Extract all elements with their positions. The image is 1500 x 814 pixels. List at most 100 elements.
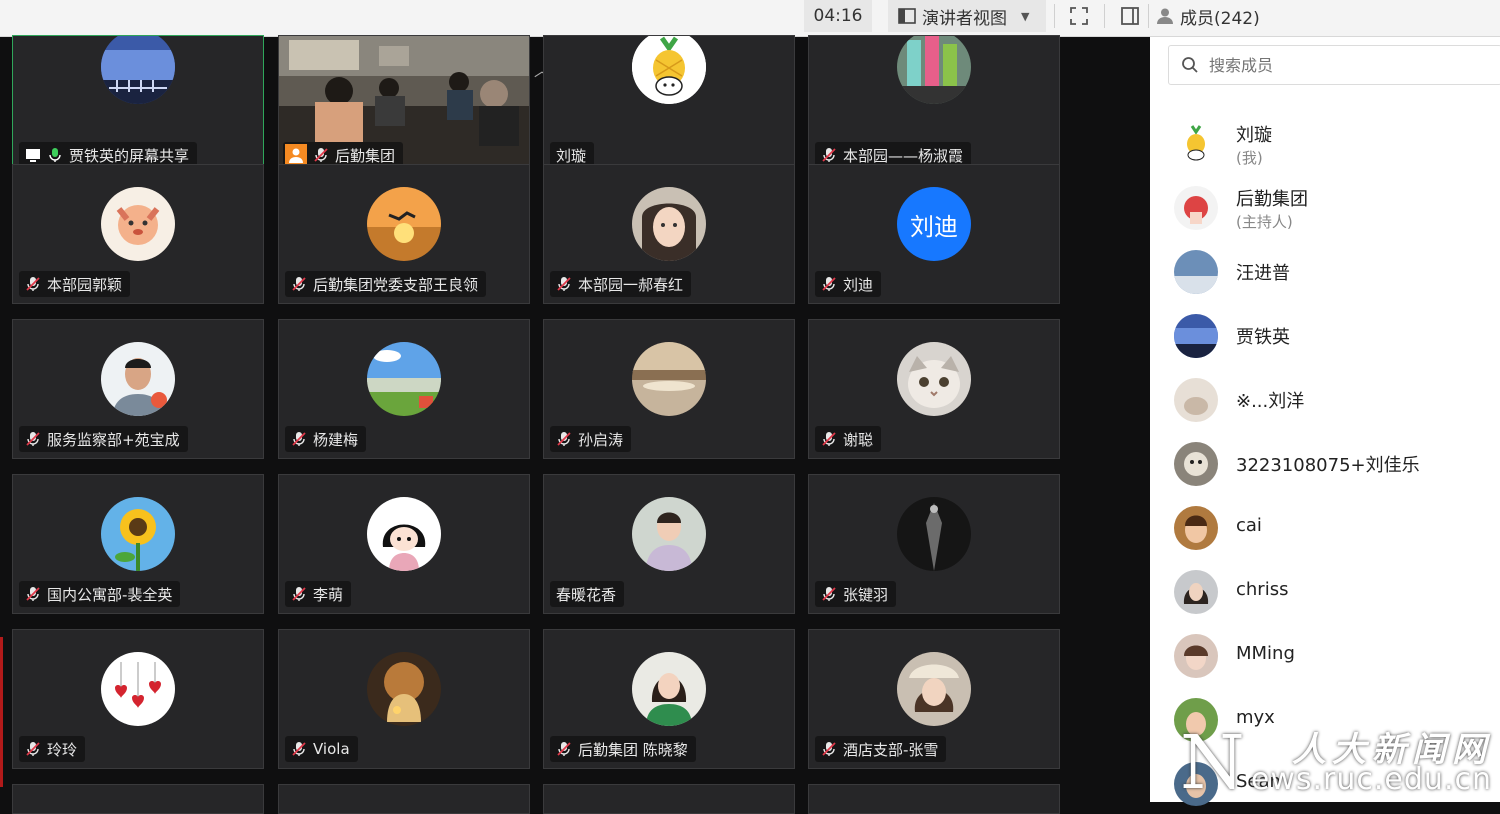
participant-nametag: 服务监察部+苑宝成 xyxy=(19,426,188,452)
participant-name: 后勤集团 xyxy=(335,146,396,165)
member-name: 后勤集团 xyxy=(1236,189,1308,210)
participant-nametag: 李萌 xyxy=(285,581,352,607)
participant-tile[interactable]: 贾铁英的屏幕共享 xyxy=(12,35,264,175)
participant-tile[interactable]: 酒店支部-张雪 xyxy=(808,629,1060,769)
participant-name: 谢聪 xyxy=(843,430,874,449)
side-panel-toggle-button[interactable] xyxy=(1116,0,1144,32)
microphone-muted-icon xyxy=(292,277,306,291)
avatar xyxy=(1174,698,1218,742)
avatar xyxy=(1174,314,1218,358)
members-button[interactable]: 成员(242) xyxy=(1156,0,1296,32)
member-list-item[interactable]: chriss xyxy=(1174,567,1494,617)
avatar xyxy=(101,652,175,726)
member-name: 3223108075+刘佳乐 xyxy=(1236,455,1420,476)
avatar xyxy=(632,342,706,416)
avatar xyxy=(101,187,175,261)
participant-tile[interactable]: 国内公寓部-裴全英 xyxy=(12,474,264,614)
member-name: chriss xyxy=(1236,579,1289,600)
member-list-item[interactable]: 3223108075+刘佳乐 xyxy=(1174,439,1494,489)
participant-tile[interactable]: 本部园——杨淑霞 xyxy=(808,35,1060,175)
participant-tile[interactable] xyxy=(12,784,264,814)
participant-name: 后勤集团党委支部王良领 xyxy=(313,275,479,294)
member-name: MMing xyxy=(1236,643,1295,664)
avatar xyxy=(1174,186,1218,230)
members-panel: 刘璇 (我) 后勤集团 (主持人) 汪进普 贾铁英 ※...刘洋 3223108… xyxy=(1150,37,1500,806)
participant-name: 孙启涛 xyxy=(578,430,624,449)
member-role: (主持人) xyxy=(1236,213,1293,231)
microphone-muted-icon xyxy=(822,277,836,291)
chevron-down-icon: ▼ xyxy=(1021,9,1030,23)
member-name: 刘璇 xyxy=(1236,125,1272,146)
member-list-item[interactable]: myx xyxy=(1174,695,1494,745)
participant-name: 李萌 xyxy=(313,585,344,604)
microphone-muted-icon xyxy=(314,148,328,162)
participant-nametag: 张键羽 xyxy=(815,581,897,607)
participant-tile[interactable]: 玲玲 xyxy=(12,629,264,769)
avatar: 刘迪 xyxy=(897,187,971,261)
microphone-muted-icon xyxy=(26,432,40,446)
meeting-toolbar: 04:16 演讲者视图 ▼ 成员(242) xyxy=(0,0,1500,37)
participant-tile[interactable]: 服务监察部+苑宝成 xyxy=(12,319,264,459)
microphone-muted-icon xyxy=(26,742,40,756)
window-edge xyxy=(0,637,3,787)
member-list-item[interactable]: 贾铁英 xyxy=(1174,311,1494,361)
participant-tile[interactable]: 刘璇 xyxy=(543,35,795,175)
avatar xyxy=(101,36,175,104)
participant-name: 后勤集团 陈晓黎 xyxy=(578,740,688,759)
member-list-item[interactable]: 汪进普 xyxy=(1174,247,1494,297)
participant-nametag: 后勤集团党委支部王良领 xyxy=(285,271,487,297)
avatar xyxy=(897,497,971,571)
member-list-item[interactable]: MMing xyxy=(1174,631,1494,681)
avatar xyxy=(632,36,706,104)
fullscreen-button[interactable] xyxy=(1064,0,1094,32)
avatar xyxy=(1174,762,1218,806)
participant-tile[interactable]: 本部园一郝春红 xyxy=(543,164,795,304)
timer-label: 04:16 xyxy=(813,6,863,26)
view-mode-dropdown[interactable]: 演讲者视图 ▼ xyxy=(888,0,1046,32)
member-list-item[interactable]: 后勤集团 (主持人) xyxy=(1174,183,1494,233)
participant-tile[interactable]: 杨建梅 xyxy=(278,319,530,459)
participant-name: 春暖花香 xyxy=(556,585,617,604)
member-list-item[interactable]: cai xyxy=(1174,503,1494,553)
avatar xyxy=(1174,570,1218,614)
member-name: cai xyxy=(1236,515,1262,536)
participant-tile[interactable] xyxy=(278,784,530,814)
avatar xyxy=(367,652,441,726)
participant-tile[interactable] xyxy=(808,784,1060,814)
participant-tile[interactable]: 春暖花香 xyxy=(543,474,795,614)
participant-grid: 贾铁英的屏幕共享 后勤集团 ︿ 刘璇 本部园——杨淑霞 本部园郭颖 后勤集团党委… xyxy=(0,35,1150,814)
participant-tile[interactable]: 张键羽 xyxy=(808,474,1060,614)
participant-nametag: 玲玲 xyxy=(19,736,86,762)
participant-tile[interactable]: 后勤集团党委支部王良领 xyxy=(278,164,530,304)
participant-nametag: 春暖花香 xyxy=(550,581,625,607)
participant-nametag: 孙启涛 xyxy=(550,426,632,452)
avatar xyxy=(367,342,441,416)
participant-nametag: 后勤集团 陈晓黎 xyxy=(550,736,696,762)
participant-nametag: 本部园一郝春红 xyxy=(550,271,692,297)
participant-tile[interactable]: 本部园郭颖 xyxy=(12,164,264,304)
member-search-box[interactable] xyxy=(1168,45,1500,85)
participant-tile[interactable]: 谢聪 xyxy=(808,319,1060,459)
participant-tile[interactable] xyxy=(543,784,795,814)
participant-nametag: 本部园郭颖 xyxy=(19,271,131,297)
toolbar-divider xyxy=(1054,4,1055,28)
participant-tile[interactable]: 李萌 xyxy=(278,474,530,614)
avatar xyxy=(101,342,175,416)
avatar xyxy=(1174,378,1218,422)
member-name: Sean xyxy=(1236,771,1281,792)
participant-name: 刘璇 xyxy=(556,146,587,165)
avatar-initials: 刘迪 xyxy=(910,212,958,241)
member-role: (我) xyxy=(1236,149,1263,167)
avatar xyxy=(1174,250,1218,294)
microphone-muted-icon xyxy=(292,432,306,446)
participant-tile[interactable]: Viola xyxy=(278,629,530,769)
participant-tile[interactable]: 刘迪 刘迪 xyxy=(808,164,1060,304)
participant-tile[interactable]: 孙启涛 xyxy=(543,319,795,459)
member-list-item[interactable]: 刘璇 (我) xyxy=(1174,119,1494,169)
participant-tile[interactable]: 后勤集团 陈晓黎 xyxy=(543,629,795,769)
member-list-item[interactable]: ※...刘洋 xyxy=(1174,375,1494,425)
participant-tile[interactable]: 后勤集团 xyxy=(278,35,530,175)
member-search-input[interactable] xyxy=(1207,54,1461,76)
participant-name: 玲玲 xyxy=(47,740,78,759)
avatar xyxy=(632,187,706,261)
